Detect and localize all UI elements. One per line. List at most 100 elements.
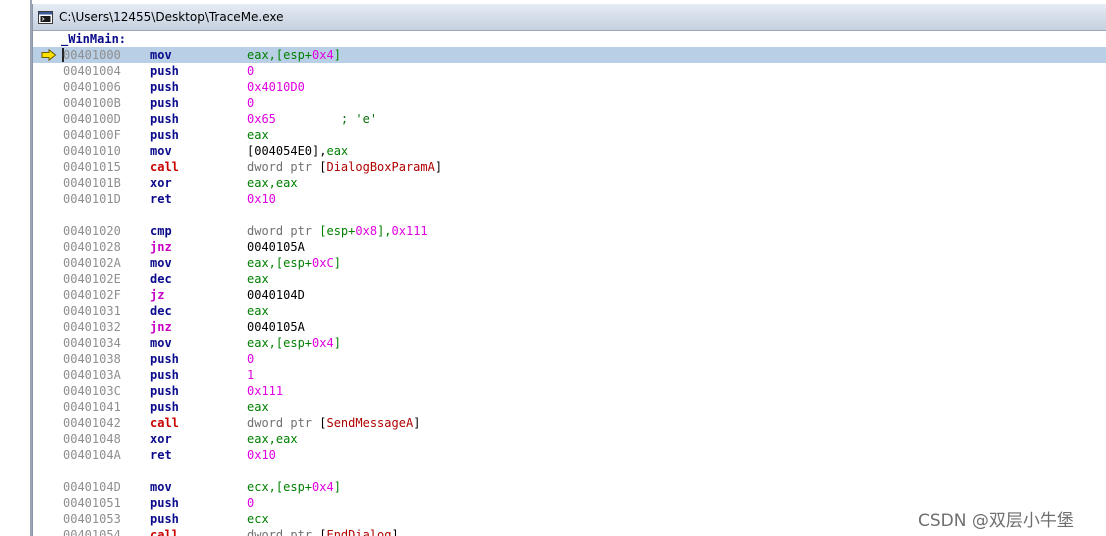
instruction-row[interactable]: 00401031 dec eax	[33, 303, 1106, 319]
operand-token: eax,eax	[247, 176, 298, 190]
instruction-row[interactable]: 0040102F jz 0040104D	[33, 287, 1106, 303]
address: 00401031	[63, 304, 121, 318]
instruction-row[interactable]: 0040102A mov eax,[esp+0xC]	[33, 255, 1106, 271]
operands: 0x111	[247, 383, 283, 399]
operand-token: 0x4	[312, 336, 334, 350]
mnemonic: mov	[150, 336, 172, 350]
instruction-row[interactable]: 00401020 cmp dword ptr [esp+0x8],0x111	[33, 223, 1106, 239]
operands: 0040105A	[247, 239, 305, 255]
operands: dword ptr [esp+0x8],0x111	[247, 223, 428, 239]
operand-token: 0x4	[312, 480, 334, 494]
mnemonic: push	[150, 352, 179, 366]
operand-token: ]	[391, 528, 399, 536]
operand-token: ]	[333, 48, 341, 62]
mnemonic: jnz	[150, 320, 172, 334]
instruction-row[interactable]: 00401010 mov [004054E0],eax	[33, 143, 1106, 159]
address: 0040100D	[63, 112, 121, 126]
operand-token: 0	[247, 352, 255, 366]
operand-token: dword ptr	[247, 416, 320, 430]
instruction-row[interactable]: 00401015 call dword ptr [DialogBoxParamA]	[33, 159, 1106, 175]
instruction-row[interactable]: 0040104D mov ecx,[esp+0x4]	[33, 479, 1106, 495]
operand-token: ]	[413, 416, 421, 430]
instruction-row[interactable]: 00401038 push 0	[33, 351, 1106, 367]
address: 00401006	[63, 80, 121, 94]
instruction-row[interactable]: 0040103A push 1	[33, 367, 1106, 383]
operand-token: ; 'e'	[275, 112, 378, 126]
mnemonic: call	[150, 160, 179, 174]
operands: eax,[esp+0xC]	[247, 255, 341, 271]
operand-token: eax	[247, 128, 269, 142]
instruction-row[interactable]: 0040101B xor eax,eax	[33, 175, 1106, 191]
address: 0040104D	[63, 480, 121, 494]
mnemonic: ret	[150, 192, 172, 206]
address: 00401015	[63, 160, 121, 174]
blank-row	[33, 207, 1106, 223]
instruction-row[interactable]: 00401032 jnz 0040105A	[33, 319, 1106, 335]
mnemonic: push	[150, 496, 179, 510]
function-label: _WinMain:	[61, 32, 127, 46]
address: 00401053	[63, 512, 121, 526]
operands: ecx	[247, 511, 269, 527]
operands: 0x10	[247, 447, 276, 463]
address: 0040101D	[63, 192, 121, 206]
address: 0040102F	[63, 288, 121, 302]
operands: 0	[247, 351, 254, 367]
instruction-row[interactable]: 0040102E dec eax	[33, 271, 1106, 287]
mnemonic: push	[150, 112, 179, 126]
window-title: C:\Users\12455\Desktop\TraceMe.exe	[59, 10, 284, 24]
operand-token: eax,[esp+	[247, 256, 313, 270]
address: 00401000	[63, 48, 121, 62]
instruction-row[interactable]: 00401006 push 0x4010D0	[33, 79, 1106, 95]
operands: eax	[247, 399, 269, 415]
mnemonic: push	[150, 512, 179, 526]
address: 00401041	[63, 400, 121, 414]
operands: ecx,[esp+0x4]	[247, 479, 341, 495]
operand-token: 0x8	[355, 224, 378, 238]
address: 00401020	[63, 224, 121, 238]
blank-row	[33, 463, 1106, 479]
operand-token: 0x111	[391, 224, 428, 238]
instruction-row[interactable]: 00401028 jnz 0040105A	[33, 239, 1106, 255]
instruction-row[interactable]: 00401004 push 0	[33, 63, 1106, 79]
operands: eax	[247, 271, 269, 287]
instruction-row[interactable]: 0040103C push 0x111	[33, 383, 1106, 399]
window-titlebar[interactable]: C:\Users\12455\Desktop\TraceMe.exe	[33, 4, 1106, 31]
mnemonic: push	[150, 80, 179, 94]
instruction-row[interactable]: 0040104A ret 0x10	[33, 447, 1106, 463]
mnemonic: push	[150, 128, 179, 142]
instruction-row[interactable]: 0040101D ret 0x10	[33, 191, 1106, 207]
instruction-row[interactable]: 00401034 mov eax,[esp+0x4]	[33, 335, 1106, 351]
operands: 0x65 ; 'e'	[247, 111, 377, 127]
instruction-row[interactable]: 00401048 xor eax,eax	[33, 431, 1106, 447]
instruction-row[interactable]: 0040100D push 0x65 ; 'e'	[33, 111, 1106, 127]
operand-token: 0040105A	[247, 240, 305, 254]
operand-token: 0x111	[247, 384, 284, 398]
instruction-row[interactable]: 0040100F push eax	[33, 127, 1106, 143]
operands: eax,eax	[247, 431, 298, 447]
instruction-row[interactable]: 0040100B push 0	[33, 95, 1106, 111]
disassembly-window[interactable]: C:\Users\12455\Desktop\TraceMe.exe _WinM…	[32, 4, 1106, 536]
operand-token: 0x10	[247, 448, 276, 462]
instruction-row[interactable]: 00401000 mov eax,[esp+0x4]	[33, 47, 1106, 63]
address: 00401034	[63, 336, 121, 350]
disassembly-listing[interactable]: _WinMain: 00401000 mov eax,[esp+0x4] 004010…	[33, 31, 1106, 536]
operand-token: ],	[377, 224, 392, 238]
operand-token: 1	[247, 368, 255, 382]
mnemonic: push	[150, 368, 179, 382]
operand-token: ecx,[esp+	[247, 480, 313, 494]
instruction-row[interactable]: 00401041 push eax	[33, 399, 1106, 415]
operand-token: 0x4010D0	[247, 80, 305, 94]
operands: dword ptr [SendMessageA]	[247, 415, 420, 431]
yellow-arrow-pointer-icon	[41, 48, 57, 62]
address: 00401042	[63, 416, 121, 430]
operand-token: 0x4	[312, 48, 334, 62]
mnemonic: mov	[150, 256, 172, 270]
instruction-row[interactable]: 00401042 call dword ptr [SendMessageA]	[33, 415, 1106, 431]
address: 00401038	[63, 352, 121, 366]
mnemonic: jz	[150, 288, 165, 302]
operand-token: dword ptr	[247, 160, 320, 174]
operands: eax,eax	[247, 175, 298, 191]
operands: eax,[esp+0x4]	[247, 47, 341, 63]
operands: 0	[247, 95, 254, 111]
operands: dword ptr [EndDialog]	[247, 527, 399, 536]
